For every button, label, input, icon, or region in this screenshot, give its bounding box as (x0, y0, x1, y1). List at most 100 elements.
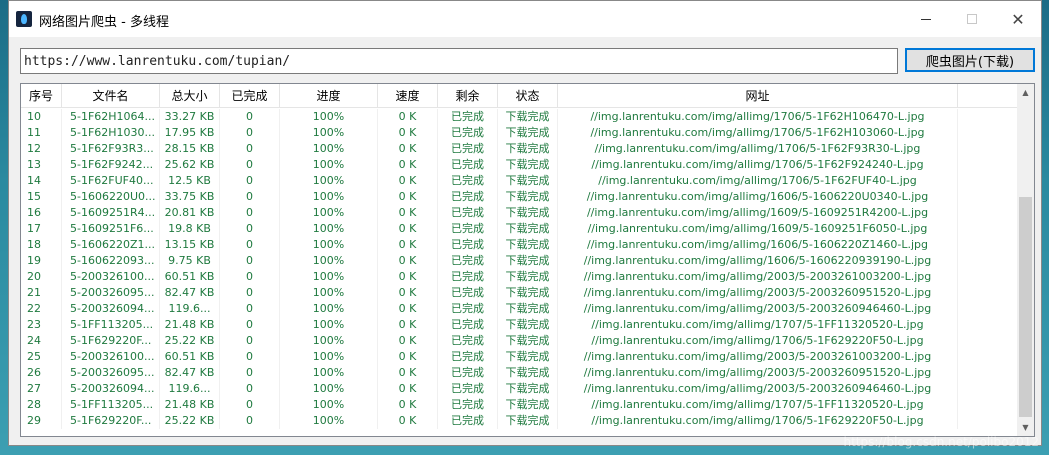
table-row[interactable]: 12 5-1F62F93R3... 28.15 KB 0 100% 0 K 已完成 下载完成 /… (21, 141, 1018, 157)
table-row[interactable]: 10 5-1F62H1064... 33.27 KB 0 100% 0 K 已完成 下载完成 /… (21, 109, 1018, 125)
row-progress: 100% (280, 365, 378, 381)
row-remaining: 已完成 (438, 173, 498, 189)
watermark-text: https://blog.csdn.net/polibo2012 (843, 435, 1040, 449)
column-header-progress[interactable]: 进度 (280, 84, 378, 108)
row-size: 12.5 KB (160, 173, 220, 189)
row-status: 下载完成 (498, 285, 558, 301)
column-header-status[interactable]: 状态 (498, 84, 558, 108)
row-speed: 0 K (378, 285, 438, 301)
row-status: 下载完成 (498, 397, 558, 413)
row-filename: 5-1609251F6... (62, 221, 160, 237)
row-index: 25 (21, 349, 62, 365)
table-row[interactable]: 18 5-1606220Z1... 13.15 KB 0 100% 0 K 已完成 下载完成 /… (21, 237, 1018, 253)
row-status: 下载完成 (498, 109, 558, 125)
row-url: //img.lanrentuku.com/img/allimg/2003/5-2… (558, 269, 958, 285)
row-progress: 100% (280, 397, 378, 413)
column-header-filename[interactable]: 文件名 (62, 84, 160, 108)
table-row[interactable]: 23 5-1FF113205... 21.48 KB 0 100% 0 K 已完成 下载完成 /… (21, 317, 1018, 333)
window-title: 网络图片爬虫 - 多线程 (39, 15, 169, 30)
table-row[interactable]: 22 5-200326094... 119.6... 0 100% 0 K 已完成 下载完成 /… (21, 301, 1018, 317)
table-row[interactable]: 28 5-1FF113205... 21.48 KB 0 100% 0 K 已完成 下载完成 /… (21, 397, 1018, 413)
column-header-remaining[interactable]: 剩余 (438, 84, 498, 108)
row-size: 17.95 KB (160, 125, 220, 141)
row-progress: 100% (280, 253, 378, 269)
column-header-index[interactable]: 序号 (21, 84, 62, 108)
crawl-download-button[interactable]: 爬虫图片(下载) (905, 48, 1035, 72)
row-completed: 0 (220, 317, 280, 333)
row-url: //img.lanrentuku.com/img/allimg/2003/5-2… (558, 285, 958, 301)
scroll-up-arrow-icon[interactable]: ▲ (1017, 84, 1034, 101)
row-url: //img.lanrentuku.com/img/allimg/1609/5-1… (558, 221, 958, 237)
row-url: //img.lanrentuku.com/img/allimg/1706/5-1… (558, 157, 958, 173)
table-row[interactable]: 21 5-200326095... 82.47 KB 0 100% 0 K 已完成 下载完成 /… (21, 285, 1018, 301)
vertical-scrollbar[interactable]: ▲ ▼ (1017, 84, 1034, 436)
row-remaining: 已完成 (438, 141, 498, 157)
table-row[interactable]: 11 5-1F62H1030... 17.95 KB 0 100% 0 K 已完成 下载完成 /… (21, 125, 1018, 141)
row-status: 下载完成 (498, 205, 558, 221)
table-row[interactable]: 26 5-200326095... 82.47 KB 0 100% 0 K 已完成 下载完成 /… (21, 365, 1018, 381)
row-status: 下载完成 (498, 221, 558, 237)
title-bar[interactable]: 网络图片爬虫 - 多线程 ✕ (9, 1, 1041, 37)
table-row[interactable]: 17 5-1609251F6... 19.8 KB 0 100% 0 K 已完成 下载完成//… (21, 221, 1018, 237)
row-size: 25.22 KB (160, 413, 220, 429)
row-url: //img.lanrentuku.com/img/allimg/2003/5-2… (558, 301, 958, 317)
row-progress: 100% (280, 413, 378, 429)
row-progress: 100% (280, 381, 378, 397)
row-index: 23 (21, 317, 62, 333)
row-remaining: 已完成 (438, 189, 498, 205)
row-completed: 0 (220, 253, 280, 269)
row-index: 26 (21, 365, 62, 381)
row-index: 11 (21, 125, 62, 141)
row-remaining: 已完成 (438, 285, 498, 301)
row-completed: 0 (220, 205, 280, 221)
row-index: 12 (21, 141, 62, 157)
scroll-down-arrow-icon[interactable]: ▼ (1017, 419, 1034, 436)
table-row[interactable]: 19 5-160622093... 9.75 KB 0 100% 0 K 已完成 下载完成//… (21, 253, 1018, 269)
row-filename: 5-1F629220F... (62, 413, 160, 429)
row-filename: 5-200326100... (62, 269, 160, 285)
table-row[interactable]: 25 5-200326100... 60.51 KB 0 100% 0 K 已完成 下载完成 /… (21, 349, 1018, 365)
row-index: 13 (21, 157, 62, 173)
table-row[interactable]: 15 5-1606220U0... 33.75 KB 0 100% 0 K 已完成 下载完成 /… (21, 189, 1018, 205)
row-size: 60.51 KB (160, 269, 220, 285)
column-header-completed[interactable]: 已完成 (220, 84, 280, 108)
download-list[interactable]: 序号 文件名 总大小 已完成 进度 速度 剩余 状态 网址 10 5-1F62H1064... 33… (20, 83, 1035, 437)
row-size: 119.6... (160, 381, 220, 397)
table-row[interactable]: 29 5-1F629220F... 25.22 KB 0 100% 0 K 已完成 下载完成 /… (21, 413, 1018, 429)
list-rows: 10 5-1F62H1064... 33.27 KB 0 100% 0 K 已完成 下载完成 /… (21, 109, 1018, 429)
minimize-button[interactable] (903, 1, 949, 37)
row-completed: 0 (220, 221, 280, 237)
table-row[interactable]: 13 5-1F62F9242... 25.62 KB 0 100% 0 K 已完成 下载完成 /… (21, 157, 1018, 173)
row-progress: 100% (280, 349, 378, 365)
main-window: 网络图片爬虫 - 多线程 ✕ 爬虫图片(下载) 序号文件名总大小已完成进度速度剩… (8, 0, 1042, 446)
row-url: //img.lanrentuku.com/img/allimg/1606/5-1… (558, 237, 958, 253)
app-flame-icon (16, 11, 32, 27)
row-speed: 0 K (378, 333, 438, 349)
table-row[interactable]: 14 5-1F62FUF40... 12.5 KB 0 100% 0 K 已完成 下载完成//… (21, 173, 1018, 189)
table-row[interactable]: 27 5-200326094... 119.6... 0 100% 0 K 已完成 下载完成 /… (21, 381, 1018, 397)
row-completed: 0 (220, 157, 280, 173)
column-header-speed[interactable]: 速度 (378, 84, 438, 108)
row-speed: 0 K (378, 317, 438, 333)
row-url: //img.lanrentuku.com/img/allimg/1609/5-1… (558, 205, 958, 221)
row-progress: 100% (280, 109, 378, 125)
column-header-url[interactable]: 网址 (558, 84, 958, 108)
row-speed: 0 K (378, 157, 438, 173)
row-size: 60.51 KB (160, 349, 220, 365)
row-speed: 0 K (378, 381, 438, 397)
row-filename: 5-160622093... (62, 253, 160, 269)
table-row[interactable]: 24 5-1F629220F... 25.22 KB 0 100% 0 K 已完成 下载完成 /… (21, 333, 1018, 349)
url-input[interactable] (20, 48, 898, 74)
column-header-size[interactable]: 总大小 (160, 84, 220, 108)
row-progress: 100% (280, 205, 378, 221)
row-speed: 0 K (378, 349, 438, 365)
maximize-button[interactable] (949, 1, 995, 37)
table-row[interactable]: 20 5-200326100... 60.51 KB 0 100% 0 K 已完成 下载完成 /… (21, 269, 1018, 285)
row-url: //img.lanrentuku.com/img/allimg/1706/5-1… (558, 413, 958, 429)
row-url: //img.lanrentuku.com/img/allimg/2003/5-2… (558, 381, 958, 397)
scroll-thumb[interactable] (1019, 197, 1032, 417)
table-row[interactable]: 16 5-1609251R4... 20.81 KB 0 100% 0 K 已完成 下载完成 /… (21, 205, 1018, 221)
close-button[interactable]: ✕ (995, 1, 1041, 37)
row-progress: 100% (280, 125, 378, 141)
row-remaining: 已完成 (438, 109, 498, 125)
